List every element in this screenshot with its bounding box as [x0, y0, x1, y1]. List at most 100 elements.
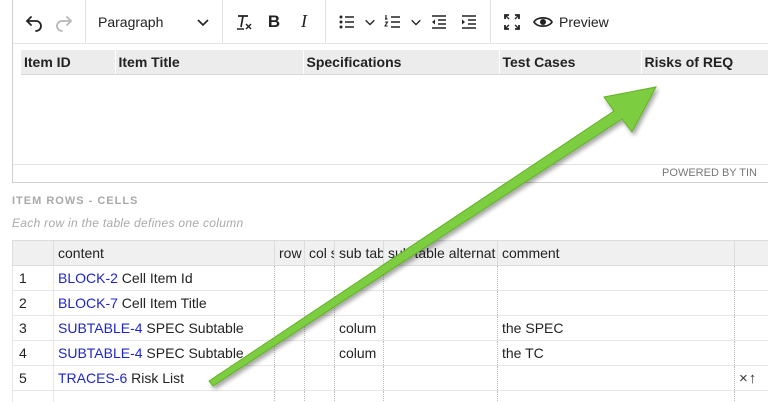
fullscreen-icon [504, 13, 520, 30]
row-cell[interactable] [274, 290, 305, 316]
doc-col-specifications[interactable]: Specifications [303, 50, 500, 75]
outdent-button[interactable] [424, 7, 454, 37]
colspan-cell[interactable] [304, 265, 335, 291]
sub-table-alt-cell[interactable] [383, 265, 498, 291]
section-title: ITEM ROWS - CELLS [12, 195, 139, 207]
table-row[interactable]: 1 BLOCK-2 Cell Item Id [12, 265, 768, 291]
outdent-icon [432, 14, 446, 29]
item-ref-link[interactable]: BLOCK-7 [58, 295, 118, 311]
row-cell[interactable] [274, 315, 305, 341]
grid-col-sub-table[interactable]: sub tab [334, 240, 384, 266]
indent-icon [462, 14, 476, 29]
redo-button[interactable] [49, 7, 79, 37]
sub-table-cell[interactable] [334, 290, 384, 316]
history-group [13, 0, 86, 44]
eye-icon [533, 16, 553, 27]
content-cell[interactable]: SUBTABLE-4 SPEC Subtable [53, 315, 275, 341]
table-row[interactable]: 3 SUBTABLE-4 SPEC Subtable colum the SPE… [12, 315, 768, 341]
sub-table-cell[interactable] [334, 265, 384, 291]
bullet-list-dropdown[interactable] [362, 7, 378, 37]
content-cell[interactable]: BLOCK-2 Cell Item Id [53, 265, 275, 291]
table-row[interactable]: 4 SUBTABLE-4 SPEC Subtable colum the TC [12, 340, 768, 366]
editor-statusbar: POWERED BY TIN [13, 164, 768, 182]
content-cell[interactable]: TRACES-6 Risk List [53, 365, 275, 391]
powered-by-label[interactable]: POWERED BY TIN [662, 167, 757, 179]
clear-format-button[interactable] [229, 7, 259, 37]
comment-cell[interactable] [497, 290, 735, 316]
colspan-cell[interactable] [304, 315, 335, 341]
grid-col-content[interactable]: content [53, 240, 275, 266]
content-cell[interactable]: BLOCK-7 Cell Item Title [53, 290, 275, 316]
bullet-list-button[interactable] [332, 7, 362, 37]
colspan-cell[interactable] [304, 290, 335, 316]
preview-button[interactable]: Preview [527, 7, 615, 37]
bullet-list-split [332, 7, 378, 37]
editor-content[interactable]: Item ID Item Title Specifications Test C… [21, 50, 768, 162]
comment-cell[interactable] [497, 365, 735, 391]
grid-col-row[interactable]: row [274, 240, 305, 266]
table-row[interactable]: 2 BLOCK-7 Cell Item Title [12, 290, 768, 316]
sub-table-alt-cell[interactable] [383, 340, 498, 366]
italic-button[interactable]: I [289, 7, 319, 37]
document-table[interactable]: Item ID Item Title Specifications Test C… [21, 50, 768, 75]
numbered-list-button[interactable] [378, 7, 408, 37]
sub-table-alt-cell[interactable] [383, 365, 498, 391]
comment-cell[interactable]: the SPEC [497, 315, 735, 341]
grid-col-rownum [12, 240, 54, 266]
grid-col-sub-table-alt[interactable]: sub table alternat [383, 240, 498, 266]
indent-button[interactable] [454, 7, 484, 37]
item-ref-title: Cell Item Title [117, 295, 207, 311]
row-number: 2 [12, 290, 54, 316]
row-actions-cell [734, 265, 768, 291]
numbered-list-icon [384, 14, 400, 28]
row-cell[interactable] [274, 265, 305, 291]
block-format-group: Paragraph [86, 0, 223, 44]
row-number: 3 [12, 315, 54, 341]
doc-col-test-cases[interactable]: Test Cases [499, 50, 642, 75]
doc-col-item-id[interactable]: Item ID [21, 50, 116, 75]
view-group: Preview [491, 0, 621, 44]
preview-label: Preview [559, 13, 609, 30]
bold-button[interactable]: B [259, 7, 289, 37]
table-row[interactable]: 5 TRACES-6 Risk List ×↑ [12, 365, 768, 391]
chevron-down-icon [411, 19, 421, 26]
sub-table-alt-cell[interactable] [383, 290, 498, 316]
comment-cell[interactable]: the TC [497, 340, 735, 366]
bullet-list-icon [339, 15, 354, 28]
block-format-select[interactable]: Paragraph [92, 7, 216, 37]
table-row-empty [12, 390, 768, 402]
sub-table-alt-cell[interactable] [383, 315, 498, 341]
row-cell[interactable] [274, 340, 305, 366]
doc-col-item-title[interactable]: Item Title [115, 50, 304, 75]
rich-text-editor: Paragraph B I Preview Item ID Item Title… [12, 0, 768, 183]
row-actions-cell [734, 340, 768, 366]
row-actions-cell [734, 290, 768, 316]
block-format-label: Paragraph [98, 13, 164, 30]
item-ref-link[interactable]: SUBTABLE-4 [58, 345, 143, 361]
item-ref-link[interactable]: TRACES-6 [58, 370, 127, 386]
fullscreen-button[interactable] [497, 7, 527, 37]
content-cell [53, 390, 275, 402]
sub-table-alt-cell [383, 390, 498, 402]
document-table-header: Item ID Item Title Specifications Test C… [21, 50, 768, 75]
sub-table-cell[interactable] [334, 365, 384, 391]
content-cell[interactable]: SUBTABLE-4 SPEC Subtable [53, 340, 275, 366]
editor-toolbar: Paragraph B I Preview [13, 0, 768, 44]
undo-icon [26, 15, 42, 32]
grid-col-colspan[interactable]: col s [304, 240, 335, 266]
colspan-cell[interactable] [304, 340, 335, 366]
comment-cell[interactable] [497, 265, 735, 291]
row-actions[interactable]: ×↑ [739, 370, 757, 387]
undo-button[interactable] [19, 7, 49, 37]
colspan-cell[interactable] [304, 365, 335, 391]
sub-table-cell[interactable]: colum [334, 340, 384, 366]
doc-col-risks[interactable]: Risks of REQ [641, 50, 768, 75]
numbered-list-dropdown[interactable] [408, 7, 424, 37]
item-ref-link[interactable]: BLOCK-2 [58, 270, 118, 286]
row-cell[interactable] [274, 365, 305, 391]
bold-icon: B [267, 11, 281, 31]
sub-table-cell[interactable]: colum [334, 315, 384, 341]
item-ref-link[interactable]: SUBTABLE-4 [58, 320, 143, 336]
chevron-down-icon [197, 18, 209, 26]
grid-col-comment[interactable]: comment [497, 240, 735, 266]
